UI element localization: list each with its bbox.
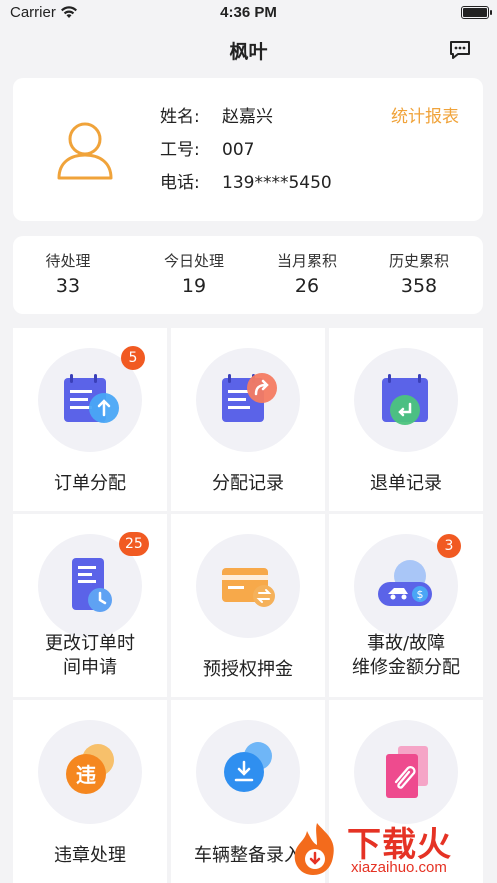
statistics-report-link[interactable]: 统计报表: [391, 102, 459, 127]
status-bar: Carrier 4:36 PM: [0, 0, 497, 28]
tile-label: 更改订单时: [45, 633, 135, 654]
tile-label-line2: 间申请: [63, 657, 117, 678]
badge-count: 3: [437, 534, 461, 558]
tile-label: 退单记录: [370, 473, 442, 494]
page-title: 枫叶: [229, 41, 268, 63]
tile-label: 违章处理: [54, 845, 126, 866]
svg-text:违: 违: [76, 763, 96, 787]
employee-id-row: 工号: 007: [160, 135, 254, 160]
name-value: 赵嘉兴: [222, 107, 273, 127]
status-time: 4:36 PM: [220, 4, 277, 21]
stat-value: 33: [55, 275, 81, 297]
stat-label: 历史累积: [388, 252, 449, 270]
stat-value: 358: [400, 275, 438, 297]
watermark-subtitle: xiazaihuo.com: [351, 859, 447, 876]
employee-id-label: 工号:: [160, 140, 200, 160]
profile-card: 姓名: 赵嘉兴 工号: 007 电话: 139****5450 统计报表: [13, 78, 483, 221]
return-record-icon: [382, 374, 428, 425]
tile-order-assign[interactable]: 5 订单分配: [13, 328, 167, 511]
svg-text:$: $: [417, 588, 424, 601]
name-row: 姓名: 赵嘉兴: [160, 102, 273, 127]
tile-label: 分配记录: [212, 473, 284, 494]
phone-value: 139****5450: [222, 173, 332, 193]
tile-return-record[interactable]: 退单记录: [329, 328, 483, 511]
tile-assign-record[interactable]: 分配记录: [171, 328, 325, 511]
tile-label: 预授权押金: [203, 659, 293, 680]
user-avatar-icon: [57, 122, 113, 180]
assign-record-icon: [222, 373, 277, 422]
accident-repair-icon: $: [378, 560, 432, 606]
attachment-icon: [386, 746, 428, 798]
stat-label: 待处理: [45, 252, 91, 270]
watermark-logo: 下载火 xiazaihuo.com: [287, 815, 497, 883]
deposit-card-icon: [222, 568, 275, 607]
stats-card: 待处理 33 今日处理 19 当月累积 26 历史累积 358: [13, 236, 483, 314]
name-label: 姓名:: [160, 107, 200, 127]
stat-value: 26: [294, 275, 320, 297]
tile-label: 事故/故障: [366, 633, 446, 654]
phone-row: 电话: 139****5450: [160, 168, 332, 193]
stat-value: 19: [181, 275, 207, 297]
battery-icon: [461, 6, 492, 19]
badge-count: 25: [119, 532, 149, 556]
tile-label: 订单分配: [54, 473, 126, 494]
stat-label: 今日处理: [163, 252, 224, 270]
employee-id-value: 007: [222, 140, 255, 160]
tile-label-line2: 维修金额分配: [352, 657, 460, 678]
tile-violation-handling[interactable]: 违 违章处理: [13, 700, 167, 883]
stat-label: 当月累积: [276, 252, 337, 270]
tile-accident-repair[interactable]: $ 3 事故/故障 维修金额分配: [329, 514, 483, 697]
time-change-icon: [72, 558, 112, 612]
phone-label: 电话:: [160, 173, 200, 193]
flame-logo-icon: [294, 823, 334, 875]
stat-pending[interactable]: 待处理 33: [13, 250, 123, 297]
violation-icon: 违: [66, 744, 114, 794]
stat-history[interactable]: 历史累积 358: [364, 250, 474, 297]
stat-today[interactable]: 今日处理 19: [139, 250, 249, 297]
stat-month[interactable]: 当月累积 26: [252, 250, 362, 297]
tile-pre-auth-deposit[interactable]: 预授权押金: [171, 514, 325, 697]
vehicle-prep-icon: [224, 742, 272, 792]
tile-time-change-request[interactable]: 25 更改订单时 间申请: [13, 514, 167, 697]
order-assign-icon: [64, 374, 119, 423]
chat-bubble-icon[interactable]: [449, 40, 471, 60]
badge-count: 5: [121, 346, 145, 370]
